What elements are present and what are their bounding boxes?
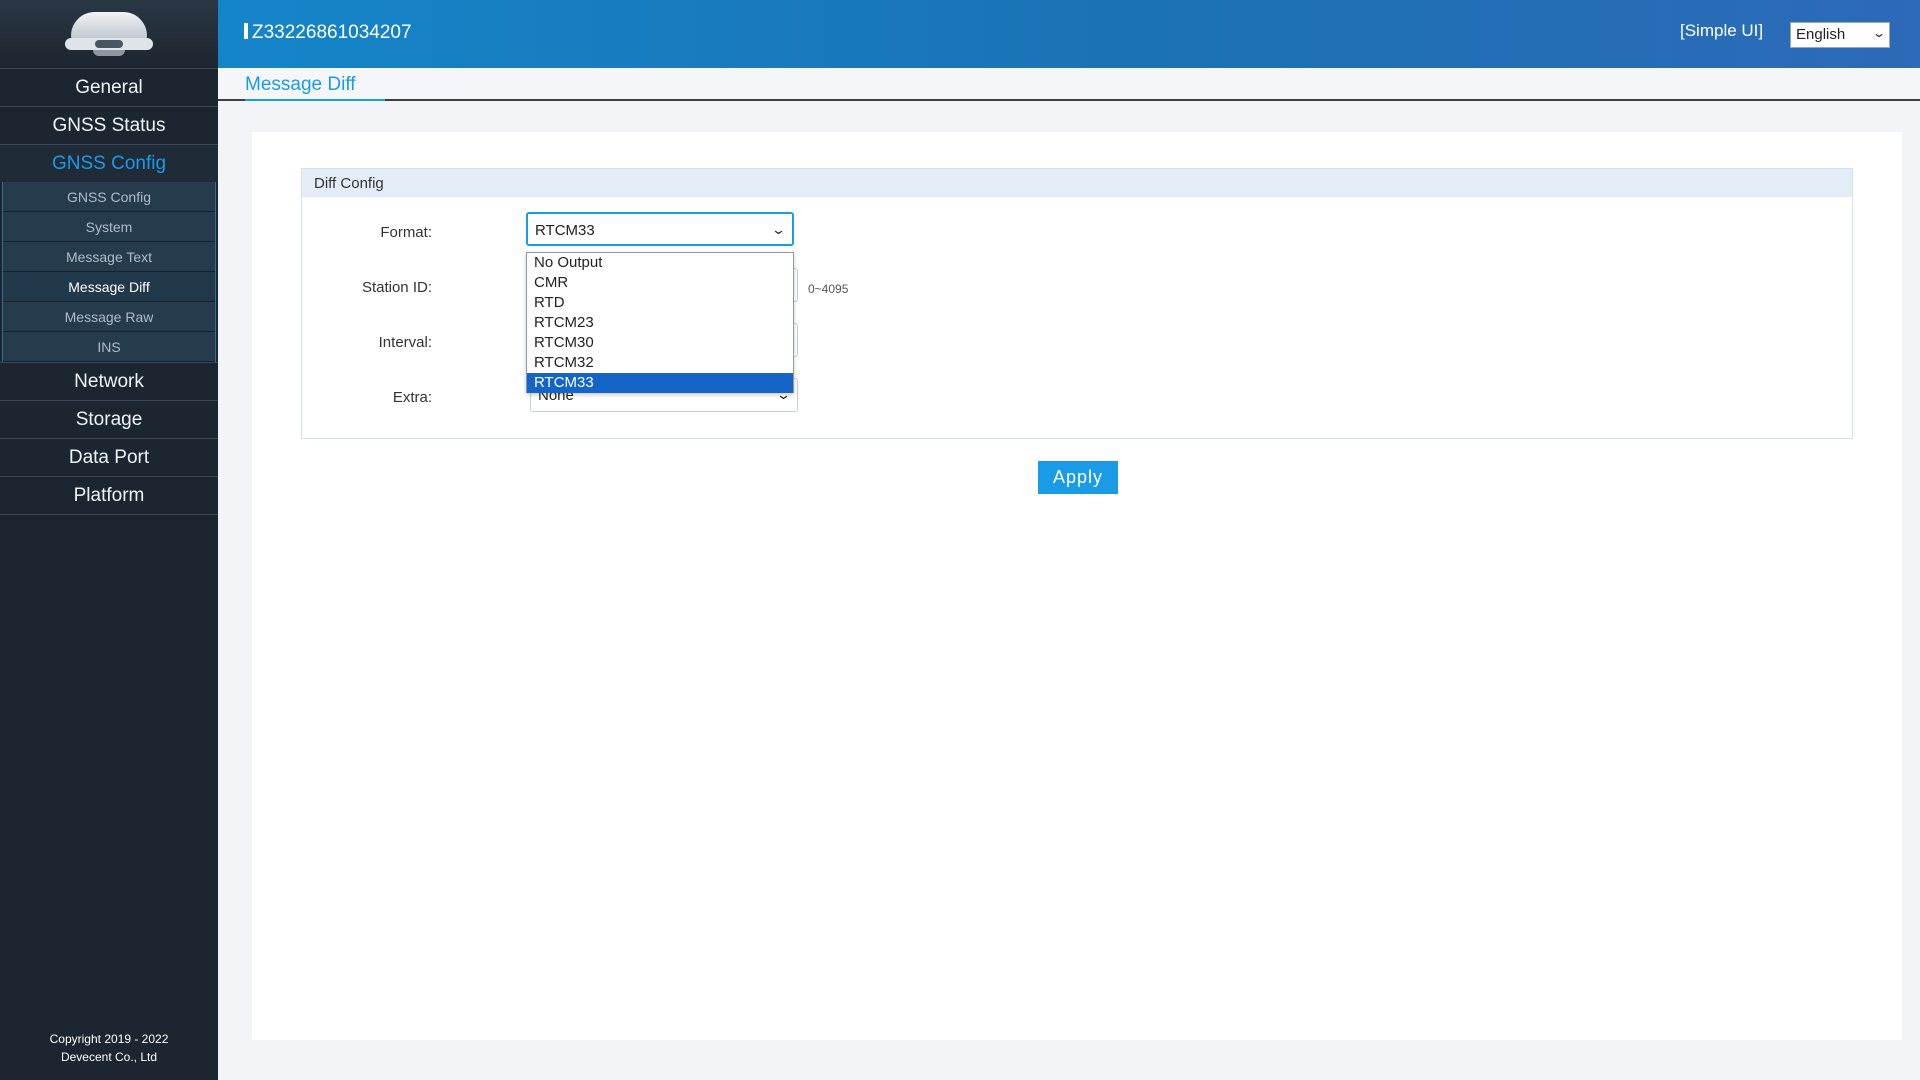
sidebar-item-storage[interactable]: Storage	[0, 400, 218, 438]
sidebar-item-gnss-config[interactable]: GNSS Config	[0, 144, 218, 182]
sidebar-item-gnss-status[interactable]: GNSS Status	[0, 106, 218, 144]
format-select[interactable]: RTCM33 ⌄	[526, 212, 794, 246]
station-id-label: Station ID:	[361, 279, 432, 296]
format-option-rtcm32[interactable]: RTCM32	[527, 353, 793, 373]
format-label: Format:	[380, 224, 432, 241]
apply-button[interactable]: Apply	[1038, 461, 1118, 494]
title-bar: Message Diff	[218, 68, 1920, 101]
sidebar-divider	[0, 514, 218, 515]
format-option-cmr[interactable]: CMR	[527, 273, 793, 293]
chevron-down-icon: ⌄	[1871, 26, 1887, 40]
device-id: Z33226861034207	[244, 22, 412, 44]
format-value: RTCM33	[535, 222, 595, 239]
simple-ui-link[interactable]: [Simple UI]	[1680, 21, 1763, 41]
interval-label: Interval:	[378, 334, 432, 351]
sidebar: General GNSS Status GNSS Config GNSS Con…	[0, 0, 218, 1080]
copyright-line-2: Devecent Co., Ltd	[60, 1050, 158, 1064]
content-area: Diff Config Format: RTCM33 ⌄ Station ID:…	[252, 132, 1902, 1040]
format-option-rtcm33[interactable]: RTCM33	[527, 373, 793, 393]
copyright-line-1: Copyright 2019 - 2022	[49, 1032, 169, 1046]
sidebar-subitem-ins[interactable]: INS	[3, 332, 215, 362]
sidebar-subitem-message-raw[interactable]: Message Raw	[3, 302, 215, 332]
sidebar-item-network[interactable]: Network	[0, 362, 218, 400]
language-value: English	[1796, 26, 1846, 43]
page-title: Message Diff	[245, 74, 385, 101]
device-id-marker-icon	[244, 23, 248, 39]
panel-title: Diff Config	[302, 169, 1852, 197]
logo-area	[0, 0, 218, 68]
station-id-hint: 0~4095	[808, 282, 849, 296]
sidebar-item-data-port[interactable]: Data Port	[0, 438, 218, 476]
sidebar-subitem-gnss-config[interactable]: GNSS Config	[3, 182, 215, 212]
format-dropdown-list: No Output CMR RTD RTCM23 RTCM30 RTCM32 R…	[526, 252, 794, 393]
device-id-text: Z33226861034207	[252, 22, 412, 43]
extra-label: Extra:	[392, 389, 432, 406]
sidebar-subitem-system[interactable]: System	[3, 212, 215, 242]
sidebar-subitem-message-text[interactable]: Message Text	[3, 242, 215, 272]
sidebar-item-general[interactable]: General	[0, 68, 218, 106]
copyright: Copyright 2019 - 2022 Devecent Co., Ltd	[0, 1030, 218, 1066]
gnss-receiver-logo-icon	[65, 12, 153, 56]
chevron-down-icon: ⌄	[770, 222, 787, 237]
sidebar-subitem-message-diff[interactable]: Message Diff	[3, 272, 215, 302]
format-option-rtcm23[interactable]: RTCM23	[527, 313, 793, 333]
format-option-rtd[interactable]: RTD	[527, 293, 793, 313]
sidebar-submenu: GNSS Config System Message Text Message …	[2, 182, 216, 362]
language-select[interactable]: English ⌄	[1790, 22, 1890, 48]
format-option-rtcm30[interactable]: RTCM30	[527, 333, 793, 353]
sidebar-item-platform[interactable]: Platform	[0, 476, 218, 514]
format-option-no-output[interactable]: No Output	[527, 253, 793, 273]
header-bar: Z33226861034207 [Simple UI] English ⌄	[218, 0, 1920, 68]
